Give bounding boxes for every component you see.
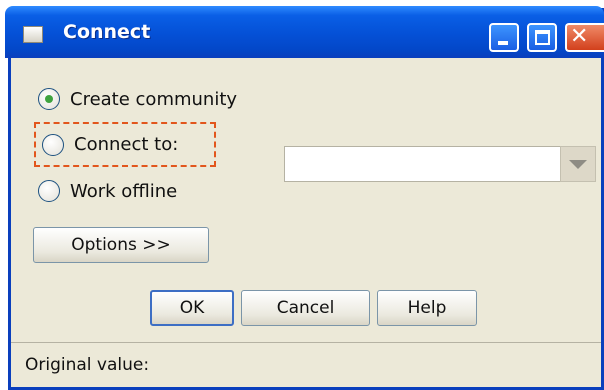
radio-label-work-offline[interactable]: Work offline — [70, 181, 177, 202]
radio-label-connect-to[interactable]: Connect to: — [74, 134, 178, 155]
radio-work-offline[interactable] — [38, 180, 60, 202]
minimize-icon — [498, 41, 508, 45]
maximize-icon — [535, 30, 550, 45]
app-window-icon — [23, 26, 43, 43]
status-text: Original value: — [25, 355, 150, 375]
combobox-dropdown-button[interactable] — [560, 146, 596, 182]
options-button[interactable]: Options >> — [33, 227, 209, 263]
radio-selected-dot — [45, 95, 53, 103]
ok-button[interactable]: OK — [150, 290, 234, 326]
radio-label-create-community[interactable]: Create community — [70, 89, 237, 110]
radio-create-community[interactable] — [38, 88, 60, 110]
close-button[interactable]: ✕ — [565, 23, 604, 52]
minimize-button[interactable] — [489, 23, 519, 52]
title-bar[interactable]: Connect ✕ — [5, 6, 604, 58]
help-button[interactable]: Help — [377, 290, 477, 326]
status-bar: Original value: — [11, 342, 601, 385]
close-icon: ✕ — [570, 24, 589, 49]
window-title: Connect — [63, 21, 151, 43]
radio-connect-to[interactable] — [42, 134, 64, 156]
cancel-button[interactable]: Cancel — [241, 290, 370, 326]
connect-target-combobox[interactable] — [284, 146, 596, 182]
maximize-button[interactable] — [527, 23, 557, 52]
chevron-down-icon — [569, 160, 587, 169]
